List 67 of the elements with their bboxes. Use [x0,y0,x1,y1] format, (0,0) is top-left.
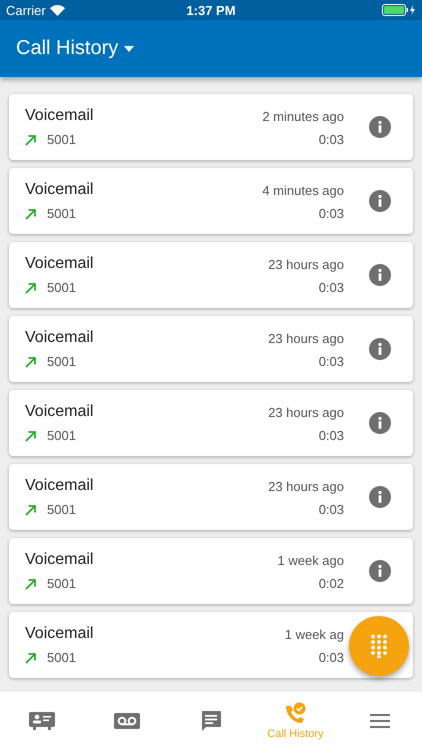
call-card[interactable]: Voicemail 2 minutes ago 5001 0:03 [9,94,413,160]
dialpad-icon [370,634,388,658]
caller-number: 5001 [47,132,76,147]
chat-bubble-icon [200,710,222,732]
wifi-icon [50,4,65,16]
call-time: 23 hours ago [268,256,344,272]
clock-time: 1:37 PM [186,2,236,18]
carrier-name: Carrier [6,2,46,18]
call-time: 23 hours ago [268,478,344,494]
info-icon[interactable] [369,190,391,212]
outgoing-call-icon [25,356,37,368]
caller-name: Voicemail [25,255,94,273]
info-icon[interactable] [369,412,391,434]
call-duration: 0:03 [318,206,344,221]
call-time: 1 week ago [278,552,344,568]
call-duration: 0:03 [318,132,344,147]
call-time: 23 hours ago [268,330,344,346]
info-icon[interactable] [369,486,391,508]
outgoing-call-icon [25,282,37,294]
caller-number: 5001 [47,206,76,221]
caller-number: 5001 [47,280,76,295]
outgoing-call-icon [25,134,37,146]
call-card[interactable]: Voicemail 23 hours ago 5001 0:03 [9,316,413,382]
info-icon[interactable] [369,116,391,138]
caller-name: Voicemail [25,551,94,569]
call-duration: 0:03 [318,280,344,295]
caller-name: Voicemail [25,181,94,199]
call-time: 4 minutes ago [262,182,344,198]
call-duration: 0:03 [318,650,344,665]
outgoing-call-icon [25,578,37,590]
caller-name: Voicemail [25,329,94,347]
outgoing-call-icon [25,430,37,442]
caller-number: 5001 [47,354,76,369]
contact-card-icon [29,712,56,730]
info-icon[interactable] [369,338,391,360]
call-card[interactable]: Voicemail 1 week ag 5001 0:03 [9,612,413,678]
call-card[interactable]: Voicemail 23 hours ago 5001 0:03 [9,390,413,456]
outgoing-call-icon [25,504,37,516]
call-card[interactable]: Voicemail 4 minutes ago 5001 0:03 [9,168,413,234]
call-card[interactable]: Voicemail 1 week ago 5001 0:02 [9,538,413,604]
menu-icon [370,713,390,729]
caller-number: 5001 [47,650,76,665]
info-icon[interactable] [369,264,391,286]
caller-name: Voicemail [25,625,94,643]
caller-name: Voicemail [25,477,94,495]
call-time: 2 minutes ago [262,108,344,124]
caret-icon [124,46,134,52]
voicemail-icon [114,713,140,729]
call-card[interactable]: Voicemail 23 hours ago 5001 0:03 [9,242,413,308]
outgoing-call-icon [25,208,37,220]
caller-name: Voicemail [25,107,94,125]
battery-charging-icon [382,4,416,16]
call-duration: 0:03 [318,428,344,443]
caller-number: 5001 [47,428,76,443]
call-time: 1 week ag [284,626,344,642]
caller-name: Voicemail [25,403,94,421]
call-duration: 0:02 [318,576,344,591]
call-duration: 0:03 [318,354,344,369]
caller-number: 5001 [47,502,76,517]
phone-check-icon [283,702,308,726]
call-duration: 0:03 [318,502,344,517]
caller-number: 5001 [47,576,76,591]
info-icon[interactable] [369,560,391,582]
call-time: 23 hours ago [268,404,344,420]
outgoing-call-icon [25,652,37,664]
call-card[interactable]: Voicemail 23 hours ago 5001 0:03 [9,464,413,530]
title-dropdown[interactable]: Call History [16,37,134,60]
